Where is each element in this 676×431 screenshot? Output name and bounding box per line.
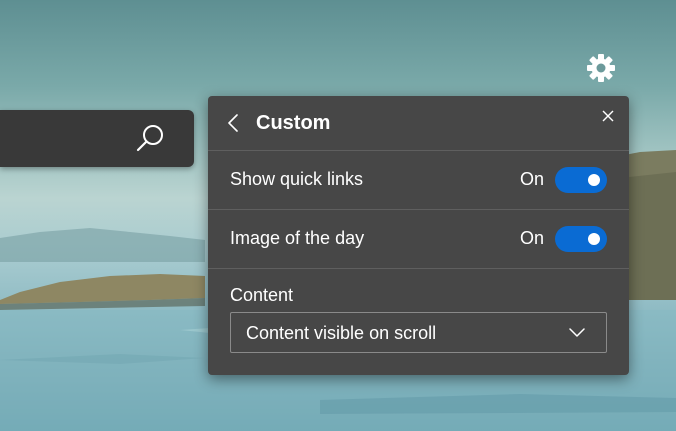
- content-dropdown-value: Content visible on scroll: [246, 323, 437, 343]
- close-button[interactable]: [600, 108, 616, 124]
- image-of-day-row: Image of the day On: [208, 210, 629, 268]
- close-icon: [602, 110, 614, 122]
- search-button[interactable]: [133, 122, 167, 156]
- image-of-day-label: Image of the day: [230, 228, 365, 248]
- quick-links-toggle[interactable]: [555, 167, 607, 193]
- panel-header: Custom: [208, 96, 629, 150]
- search-bar: [0, 110, 194, 167]
- search-icon: [136, 125, 163, 152]
- quick-links-row: Show quick links On: [208, 151, 629, 209]
- image-of-day-state: On: [520, 228, 545, 248]
- back-button[interactable]: [222, 112, 244, 134]
- divider: [208, 268, 629, 269]
- content-dropdown[interactable]: Content visible on scroll: [230, 312, 607, 353]
- panel-title: Custom: [256, 112, 331, 134]
- quick-links-label: Show quick links: [230, 169, 364, 189]
- content-label: Content: [230, 285, 294, 305]
- toggle-knob: [588, 174, 600, 186]
- image-of-day-toggle[interactable]: [555, 226, 607, 252]
- custom-settings-panel: Custom Show quick links On Image of the …: [208, 96, 629, 375]
- distant-hills: [0, 228, 205, 262]
- chevron-left-icon: [228, 114, 238, 132]
- gear-icon: [587, 54, 615, 82]
- quick-links-state: On: [520, 169, 545, 189]
- chevron-down-icon: [569, 328, 585, 337]
- search-input[interactable]: [0, 110, 144, 167]
- toggle-knob: [588, 233, 600, 245]
- settings-gear-button[interactable]: [584, 51, 618, 85]
